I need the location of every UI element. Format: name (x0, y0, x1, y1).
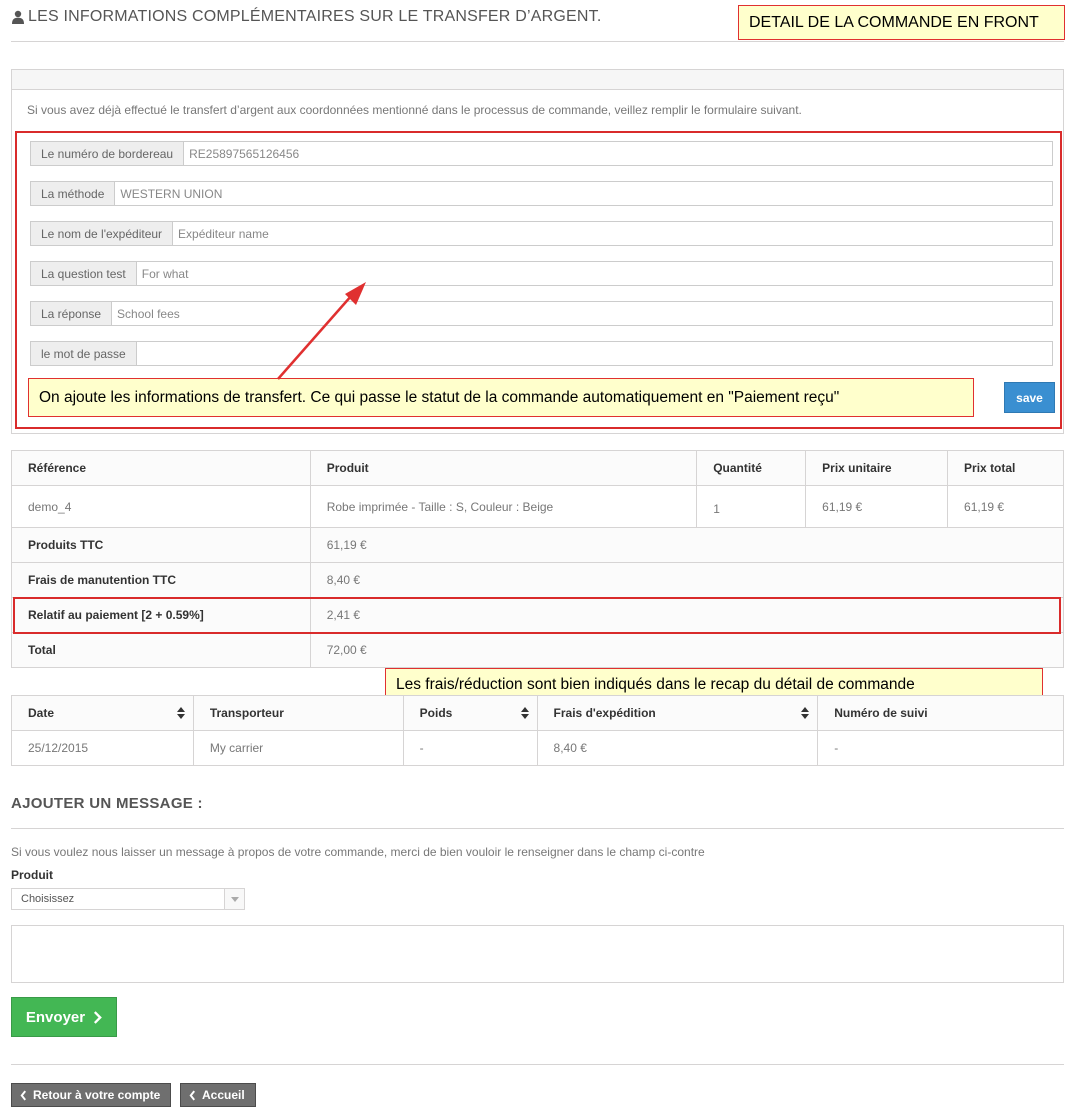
home-label: Accueil (202, 1088, 245, 1102)
field-label: La question test (30, 261, 137, 286)
product-select[interactable]: Choisissez (11, 888, 245, 910)
home-button[interactable]: Accueil (180, 1083, 256, 1107)
page-title: LES INFORMATIONS COMPLÉMENTAIRES SUR LE … (28, 8, 602, 25)
column-header-tracking: Numéro de suivi (817, 695, 1064, 731)
select-value: Choisissez (21, 893, 75, 905)
bordereau-input[interactable] (184, 141, 1053, 166)
question-input[interactable] (136, 261, 1053, 286)
chevron-down-icon[interactable] (224, 889, 244, 909)
back-to-account-button[interactable]: Retour à votre compte (11, 1083, 171, 1107)
table-row: demo_4 Robe imprimée - Taille : S, Coule… (11, 485, 1064, 528)
field-methode: La méthode (30, 181, 1053, 206)
total-row: Total 72,00 € (11, 632, 1065, 668)
sort-icon[interactable] (176, 707, 185, 719)
shipping-cost-cell: 8,40 € (536, 730, 819, 766)
total-price-cell: 61,19 € (947, 485, 1064, 528)
field-label: La réponse (30, 301, 113, 326)
total-value: 72,00 € (309, 632, 1065, 668)
column-header-label: Poids (419, 706, 453, 720)
send-label: Envoyer (25, 1008, 86, 1026)
field-question: La question test (30, 261, 1053, 286)
column-header-weight[interactable]: Poids (402, 695, 538, 731)
column-header: Produit (309, 450, 698, 486)
password-input[interactable] (136, 341, 1053, 366)
field-label: La méthode (30, 181, 116, 206)
chevron-left-icon (20, 1090, 27, 1100)
message-heading: AJOUTER UN MESSAGE : (11, 793, 1064, 829)
transfer-panel: Si vous avez déjà effectué le transfert … (11, 69, 1064, 434)
total-label: Produits TTC (11, 527, 311, 563)
table-header-row: Date Transporteur Poids Frais d'expéditi… (11, 695, 1064, 731)
message-textarea[interactable] (11, 925, 1064, 983)
total-value: 8,40 € (309, 562, 1065, 598)
column-header: Quantité (696, 450, 807, 486)
tracking-cell: - (817, 730, 1064, 766)
column-header-label: Frais d'expédition (553, 706, 656, 720)
chevron-left-icon (189, 1090, 196, 1100)
column-header-carrier: Transporteur (192, 695, 404, 731)
weight-cell: - (402, 730, 538, 766)
column-header: Prix total (947, 450, 1064, 486)
footer-divider (11, 1064, 1064, 1065)
unit-price-cell: 61,19 € (805, 485, 949, 528)
field-label: le mot de passe (30, 341, 137, 366)
back-to-account-label: Retour à votre compte (33, 1088, 161, 1102)
column-header: Prix unitaire (805, 450, 949, 486)
total-value: 61,19 € (309, 527, 1065, 563)
panel-header (12, 70, 1063, 90)
shipping-table: Date Transporteur Poids Frais d'expéditi… (11, 695, 1064, 766)
user-icon (12, 10, 24, 24)
expediteur-input[interactable] (173, 221, 1053, 246)
field-label: Le numéro de bordereau (30, 141, 185, 166)
product-cell: Robe imprimée - Taille : S, Couleur : Be… (309, 485, 698, 528)
field-reponse: La réponse (30, 301, 1053, 326)
column-header-shipping-cost[interactable]: Frais d'expédition (536, 695, 819, 731)
sort-icon[interactable] (520, 707, 529, 719)
total-row: Frais de manutention TTC 8,40 € (11, 562, 1065, 598)
table-row: 25/12/2015 My carrier - 8,40 € - (11, 730, 1064, 766)
reponse-input[interactable] (112, 301, 1053, 326)
order-detail-table: Référence Produit Quantité Prix unitaire… (11, 450, 1065, 668)
total-label: Total (11, 632, 311, 668)
annotation-note-top: DETAIL DE LA COMMANDE EN FRONT (738, 5, 1065, 40)
transfer-form: Le numéro de bordereau La méthode Le nom… (15, 131, 1062, 429)
total-row: Produits TTC 61,19 € (11, 527, 1065, 563)
methode-input[interactable] (115, 181, 1053, 206)
field-password: le mot de passe (30, 341, 1053, 366)
highlight-box (13, 597, 1061, 634)
column-header: Référence (11, 450, 311, 486)
field-expediteur: Le nom de l'expéditeur (30, 221, 1053, 246)
annotation-note-form: On ajoute les informations de transfert.… (28, 378, 974, 417)
send-button[interactable]: Envoyer (11, 997, 117, 1037)
table-header-row: Référence Produit Quantité Prix unitaire… (11, 450, 1064, 486)
field-label: Le nom de l'expéditeur (30, 221, 174, 246)
sort-icon[interactable] (801, 707, 810, 719)
reference-cell: demo_4 (11, 485, 311, 528)
message-intro: Si vous voulez nous laisser un message à… (11, 845, 705, 859)
carrier-cell: My carrier (192, 730, 404, 766)
field-bordereau: Le numéro de bordereau (30, 141, 1053, 166)
date-cell: 25/12/2015 (11, 730, 194, 766)
save-button[interactable]: save (1004, 382, 1055, 413)
quantity-cell: 1 (696, 485, 807, 528)
column-header-label: Date (28, 706, 55, 720)
product-label: Produit (11, 868, 53, 882)
chevron-right-icon (94, 1010, 102, 1024)
transfer-intro: Si vous avez déjà effectué le transfert … (27, 103, 802, 117)
total-label: Frais de manutention TTC (11, 562, 311, 598)
column-header-date[interactable]: Date (11, 695, 194, 731)
